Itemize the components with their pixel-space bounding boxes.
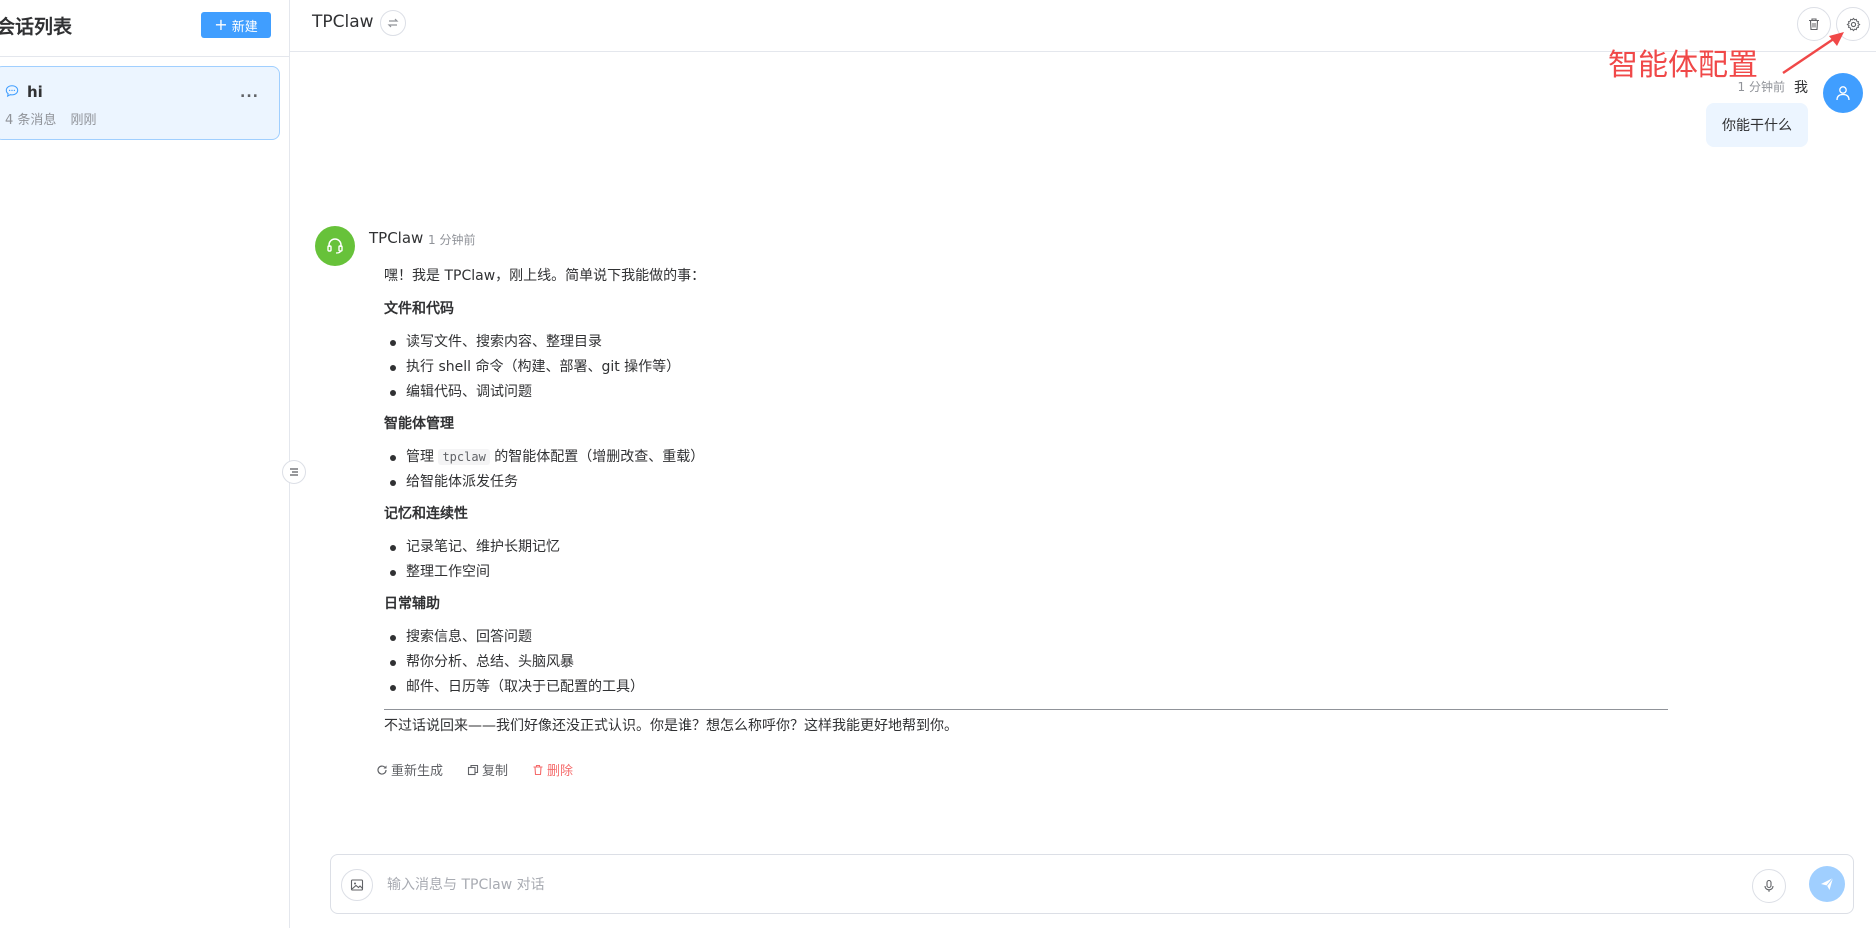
list-item-prefix: 管理 — [406, 449, 434, 465]
sidebar-header: 会话列表 + 新建 — [0, 0, 290, 57]
divider — [384, 709, 1668, 710]
refresh-icon — [377, 764, 387, 775]
list-item: 搜索信息、回答问题 — [384, 627, 1668, 647]
section-list: 记录笔记、维护长期记忆 整理工作空间 — [384, 537, 1668, 582]
image-icon — [350, 879, 364, 891]
assistant-name: TPClaw — [369, 229, 424, 247]
plus-icon: + — [214, 15, 228, 34]
session-message-count: 4 条消息 — [5, 113, 57, 128]
assistant-message-time: 1 分钟前 — [428, 233, 476, 247]
user-name: 我 — [1794, 80, 1808, 96]
chat-bubble-icon — [5, 85, 19, 98]
copy-icon — [467, 764, 479, 775]
swap-icon — [387, 18, 399, 28]
section-list: 搜索信息、回答问题 帮你分析、总结、头脑风暴 邮件、日历等（取决于已配置的工具） — [384, 627, 1668, 697]
list-item: 读写文件、搜索内容、整理目录 — [384, 332, 1668, 352]
delete-message-button[interactable]: 删除 — [532, 760, 573, 779]
list-item: 帮你分析、总结、头脑风暴 — [384, 652, 1668, 672]
regenerate-button[interactable]: 重新生成 — [376, 760, 443, 779]
delete-label: 删除 — [547, 764, 574, 779]
send-icon — [1821, 877, 1834, 890]
user-message-time: 1 分钟前 — [1737, 80, 1785, 94]
copy-button[interactable]: 复制 — [467, 760, 508, 779]
message-composer — [330, 854, 1854, 914]
sidebar-title: 会话列表 — [0, 16, 73, 38]
microphone-icon — [1764, 879, 1774, 892]
sidebar-toggle-button[interactable] — [282, 460, 306, 484]
list-item: 整理工作空间 — [384, 562, 1668, 582]
settings-annotation-label: 智能体配置 — [1608, 48, 1758, 83]
regenerate-label: 重新生成 — [391, 764, 444, 779]
session-time: 刚刚 — [70, 113, 97, 128]
list-item: 给智能体派发任务 — [384, 472, 1668, 492]
list-item: 记录笔记、维护长期记忆 — [384, 537, 1668, 557]
list-item: 管理 tpclaw 的智能体配置（增删改查、重载） — [384, 447, 1668, 467]
new-session-button[interactable]: + 新建 — [201, 12, 271, 38]
user-avatar — [1823, 73, 1863, 113]
session-sidebar: 会话列表 + 新建 hi 4 条消息 刚刚 ... — [0, 0, 290, 928]
list-item: 执行 shell 命令（构建、部署、git 操作等） — [384, 357, 1668, 377]
assistant-message-body: 嘿！我是 TPClaw，刚上线。简单说下我能做的事： 文件和代码 读写文件、搜索… — [384, 266, 1668, 749]
annotation-arrow-icon — [1782, 32, 1844, 75]
trash-icon — [533, 764, 543, 775]
menu-icon — [290, 468, 298, 476]
section-list: 读写文件、搜索内容、整理目录 执行 shell 命令（构建、部署、git 操作等… — [384, 332, 1668, 402]
user-icon — [1836, 86, 1850, 101]
section-heading: 记忆和连续性 — [384, 506, 468, 522]
list-item: 编辑代码、调试问题 — [384, 382, 1668, 402]
section-heading: 文件和代码 — [384, 301, 454, 317]
headset-icon — [327, 238, 343, 254]
attach-image-button[interactable] — [341, 869, 373, 901]
message-input[interactable] — [387, 871, 1687, 899]
session-title: hi — [27, 83, 43, 101]
session-item[interactable]: hi 4 条消息 刚刚 ... — [0, 66, 280, 140]
list-item: 邮件、日历等（取决于已配置的工具） — [384, 677, 1668, 697]
voice-input-button[interactable] — [1752, 869, 1786, 903]
assistant-avatar — [315, 226, 355, 266]
new-session-label: 新建 — [231, 19, 258, 35]
assistant-closing: 不过话说回来——我们好像还没正式认识。你是谁？想怎么称呼你？这样我能更好地帮到你… — [384, 718, 958, 734]
assistant-intro: 嘿！我是 TPClaw，刚上线。简单说下我能做的事： — [384, 268, 706, 284]
message-actions: 重新生成 复制 删除 — [376, 760, 573, 779]
switch-agent-button[interactable] — [380, 10, 406, 36]
copy-label: 复制 — [482, 764, 509, 779]
section-list: 管理 tpclaw 的智能体配置（增删改查、重载） 给智能体派发任务 — [384, 447, 1668, 492]
session-meta: 4 条消息 刚刚 — [5, 109, 97, 128]
send-button[interactable] — [1809, 866, 1845, 902]
user-message-bubble: 你能干什么 — [1706, 103, 1808, 147]
inline-code: tpclaw — [438, 449, 490, 465]
section-heading: 智能体管理 — [384, 416, 454, 432]
list-item-suffix: 的智能体配置（增删改查、重载） — [494, 449, 705, 465]
session-more-button[interactable]: ... — [240, 85, 259, 101]
agent-name: TPClaw — [312, 12, 374, 32]
section-heading: 日常辅助 — [384, 596, 440, 612]
